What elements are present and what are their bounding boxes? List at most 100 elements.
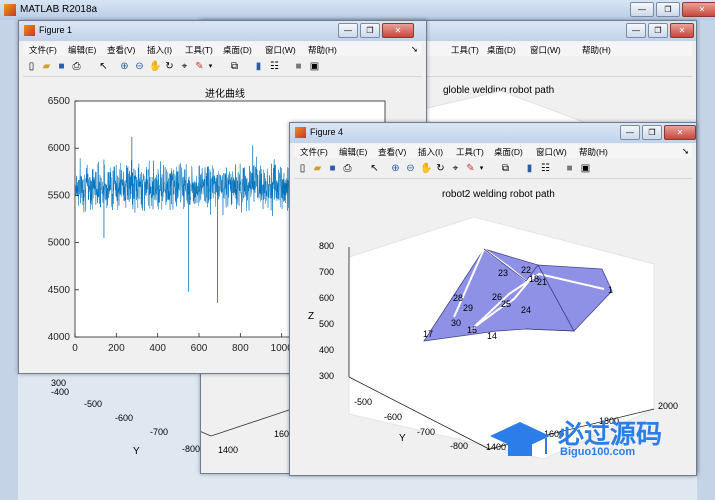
menu-file[interactable]: 文件(F) bbox=[300, 146, 328, 158]
maximize-icon[interactable]: ❐ bbox=[360, 23, 380, 38]
new-figure-icon[interactable]: ▯ bbox=[297, 163, 308, 174]
node-label: 14 bbox=[487, 331, 498, 341]
data-cursor-icon[interactable]: ⌖ bbox=[450, 163, 461, 174]
node-label: 29 bbox=[463, 303, 474, 313]
pan-icon[interactable]: ✋ bbox=[420, 163, 432, 174]
zoom-out-icon[interactable]: ⊖ bbox=[405, 163, 416, 174]
menu-help[interactable]: 帮助(H) bbox=[579, 146, 608, 158]
y-tick: -500 bbox=[354, 397, 373, 407]
bg-figure-controls: — ❐ ✕ bbox=[626, 23, 694, 38]
menu-edit[interactable]: 编辑(E) bbox=[339, 146, 367, 158]
minimize-icon[interactable]: — bbox=[338, 23, 358, 38]
data-cursor-icon[interactable]: ⌖ bbox=[179, 61, 190, 72]
node-label: 30 bbox=[451, 318, 462, 328]
rotate-icon[interactable]: ↻ bbox=[164, 61, 175, 72]
hide-tools-icon[interactable]: ■ bbox=[293, 61, 304, 72]
minimize-icon[interactable]: — bbox=[620, 125, 640, 140]
z-axis-label: Z bbox=[308, 311, 315, 322]
matlab-logo-icon bbox=[4, 4, 16, 16]
link-plot-icon[interactable]: ⧉ bbox=[229, 61, 240, 72]
brush-icon[interactable]: ✎ bbox=[194, 61, 205, 72]
z-tick: 300 bbox=[319, 371, 335, 381]
new-figure-icon[interactable]: ▯ bbox=[26, 61, 37, 72]
open-icon[interactable]: ▰ bbox=[41, 61, 52, 72]
menu-insert[interactable]: 插入(I) bbox=[418, 146, 443, 158]
maximize-icon[interactable]: ❐ bbox=[642, 125, 662, 140]
chevron-down-icon[interactable]: ▾ bbox=[205, 61, 216, 72]
show-tools-icon[interactable]: ▣ bbox=[580, 163, 591, 174]
menu-edit[interactable]: 编辑(E) bbox=[68, 44, 96, 56]
show-tools-icon[interactable]: ▣ bbox=[309, 61, 320, 72]
print-icon[interactable]: ⎙ bbox=[71, 61, 82, 72]
menu-file[interactable]: 文件(F) bbox=[29, 44, 57, 56]
legend-icon[interactable]: ☷ bbox=[269, 61, 280, 72]
z-tick: 400 bbox=[319, 345, 335, 355]
close-icon[interactable]: ✕ bbox=[664, 125, 696, 140]
hide-tools-icon[interactable]: ■ bbox=[564, 163, 575, 174]
x-tick-label: 400 bbox=[149, 343, 166, 354]
colorbar-icon[interactable]: ▮ bbox=[524, 163, 535, 174]
bg-y-tick: -400 bbox=[51, 387, 70, 397]
menu-view[interactable]: 查看(V) bbox=[107, 44, 135, 56]
pan-icon[interactable]: ✋ bbox=[149, 61, 161, 72]
y-axis-label: Y bbox=[399, 433, 406, 444]
menu-arrow-icon[interactable]: ➘ bbox=[411, 44, 418, 55]
link-plot-icon[interactable]: ⧉ bbox=[500, 163, 511, 174]
bg-y-tick: -600 bbox=[115, 413, 134, 423]
y-tick-label: 5500 bbox=[48, 190, 71, 201]
z-tick: 800 bbox=[319, 241, 335, 251]
maximize-icon[interactable]: ❐ bbox=[656, 2, 680, 17]
bg-z-tick: 1400 bbox=[218, 445, 239, 455]
watermark-url: Biguo100.com bbox=[560, 446, 636, 458]
open-icon[interactable]: ▰ bbox=[312, 163, 323, 174]
figure1-toolbar: ▯ ▰ ■ ⎙ ↖ ⊕ ⊖ ✋ ↻ ⌖ ✎ ▾ ⧉ ▮ ☷ ■ ▣ bbox=[23, 58, 422, 77]
menu-help[interactable]: 帮助(H) bbox=[308, 44, 337, 56]
node-label: 1 bbox=[608, 285, 614, 295]
zoom-out-icon[interactable]: ⊖ bbox=[134, 61, 145, 72]
save-icon[interactable]: ■ bbox=[327, 163, 338, 174]
menu-arrow-icon[interactable]: ➘ bbox=[682, 146, 689, 157]
x-tick-label: 200 bbox=[108, 343, 125, 354]
zoom-in-icon[interactable]: ⊕ bbox=[119, 61, 130, 72]
figure4-title: Figure 4 bbox=[310, 127, 344, 137]
chevron-down-icon[interactable]: ▾ bbox=[476, 163, 487, 174]
z-tick: 700 bbox=[319, 267, 335, 277]
node-label: 24 bbox=[521, 305, 532, 315]
node-label: 17 bbox=[423, 329, 434, 339]
close-icon[interactable]: ✕ bbox=[682, 2, 715, 17]
matlab-title: MATLAB R2018a bbox=[20, 4, 98, 15]
colorbar-icon[interactable]: ▮ bbox=[253, 61, 264, 72]
matlab-left-strip bbox=[0, 20, 18, 500]
close-icon[interactable]: ✕ bbox=[382, 23, 414, 38]
menu-window[interactable]: 窗口(W) bbox=[536, 146, 567, 158]
menu-insert[interactable]: 插入(I) bbox=[147, 44, 172, 56]
legend-icon[interactable]: ☷ bbox=[540, 163, 551, 174]
maximize-icon[interactable]: ❐ bbox=[648, 23, 668, 38]
node-label: 23 bbox=[498, 268, 509, 278]
matlab-titlebar: MATLAB R2018a — ❐ ✕ bbox=[0, 0, 715, 21]
bg-z-tick: 160 bbox=[274, 429, 290, 439]
figure4-toolbar: ▯ ▰ ■ ⎙ ↖ ⊕ ⊖ ✋ ↻ ⌖ ✎ ▾ ⧉ ▮ ☷ ■ ▣ bbox=[294, 160, 692, 179]
y-tick: -700 bbox=[417, 427, 436, 437]
menu-tools[interactable]: 工具(T) bbox=[185, 44, 213, 56]
x-tick-label: 800 bbox=[232, 343, 249, 354]
brush-icon[interactable]: ✎ bbox=[465, 163, 476, 174]
node-label: 28 bbox=[453, 293, 464, 303]
menu-desktop[interactable]: 桌面(D) bbox=[494, 146, 523, 158]
menu-desktop[interactable]: 桌面(D) bbox=[223, 44, 252, 56]
node-label: 15 bbox=[467, 325, 478, 335]
menu-tools[interactable]: 工具(T) bbox=[456, 146, 484, 158]
close-icon[interactable]: ✕ bbox=[670, 23, 694, 38]
pointer-icon[interactable]: ↖ bbox=[98, 61, 109, 72]
y-tick-label: 4000 bbox=[48, 332, 71, 343]
matlab-window-controls: — ❐ ✕ bbox=[630, 2, 715, 17]
minimize-icon[interactable]: — bbox=[626, 23, 646, 38]
print-icon[interactable]: ⎙ bbox=[342, 163, 353, 174]
rotate-icon[interactable]: ↻ bbox=[435, 163, 446, 174]
menu-view[interactable]: 查看(V) bbox=[378, 146, 406, 158]
pointer-icon[interactable]: ↖ bbox=[369, 163, 380, 174]
minimize-icon[interactable]: — bbox=[630, 2, 654, 17]
zoom-in-icon[interactable]: ⊕ bbox=[390, 163, 401, 174]
menu-window[interactable]: 窗口(W) bbox=[265, 44, 296, 56]
save-icon[interactable]: ■ bbox=[56, 61, 67, 72]
